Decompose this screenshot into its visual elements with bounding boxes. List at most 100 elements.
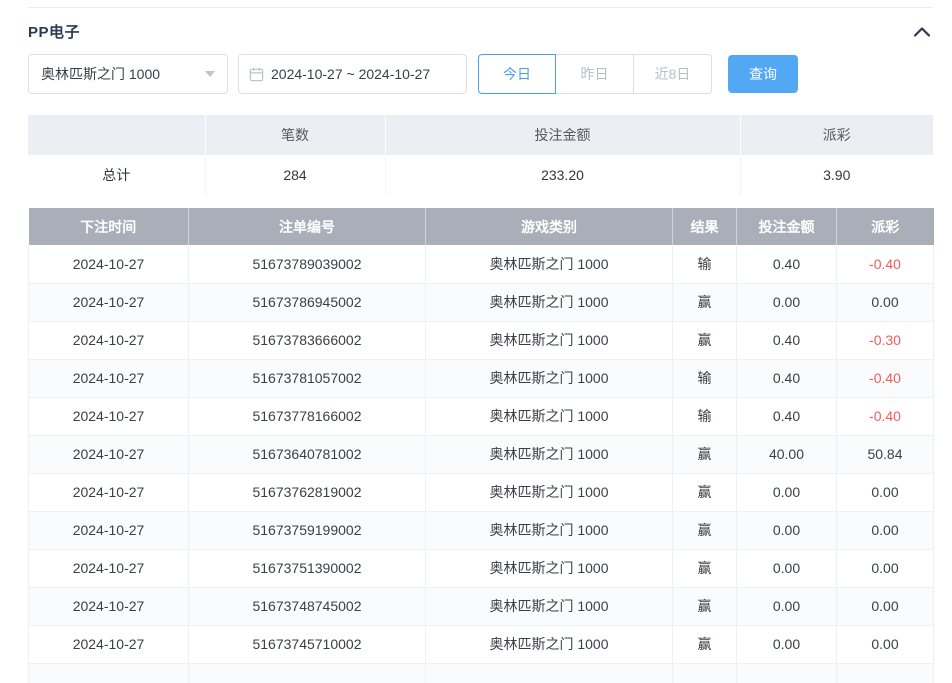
result-cell: 赢 [672, 587, 737, 626]
payout-cell: 0.00 [836, 473, 934, 512]
result-cell: 赢 [672, 511, 737, 550]
bet-amount-cell: 0.40 [736, 397, 837, 436]
summary-table: 笔数 投注金额 派彩 总计 284 233.20 3.90 [28, 115, 933, 195]
game-type-cell: 奥林匹斯之门 1000 [425, 587, 673, 626]
order-id-cell: 51673789039002 [188, 245, 426, 284]
game-type-cell: 奥林匹斯之门 1000 [425, 549, 673, 588]
summary-total-count: 284 [205, 155, 386, 195]
today-button[interactable]: 今日 [478, 54, 556, 94]
bet-amount-cell: 0.00 [736, 473, 837, 512]
payout-cell: 0.00 [836, 549, 934, 588]
game-type-cell [425, 663, 673, 683]
summary-header-payout: 派彩 [740, 115, 933, 155]
bet-amount-cell: 0.40 [736, 321, 837, 360]
game-type-cell: 奥林匹斯之门 1000 [425, 435, 673, 474]
result-cell: 赢 [672, 473, 737, 512]
table-row: 2024-10-27 51673789039002 奥林匹斯之门 1000 输 0.40… [28, 245, 934, 284]
game-type-cell: 奥林匹斯之门 1000 [425, 321, 673, 360]
bet-amount-cell: 40.00 [736, 435, 837, 474]
bet-amount-cell [736, 663, 837, 683]
result-cell: 赢 [672, 435, 737, 474]
payout-cell: 50.84 [836, 435, 934, 474]
payout-cell: 0.00 [836, 511, 934, 550]
result-cell: 赢 [672, 283, 737, 322]
last-8-days-button[interactable]: 近8日 [634, 54, 712, 94]
order-id-cell: 51673751390002 [188, 549, 426, 588]
payout-cell: -0.40 [836, 359, 934, 398]
table-row-partial [28, 663, 934, 683]
header-bet-amount: 投注金额 [736, 208, 837, 245]
bet-time-cell: 2024-10-27 [28, 359, 189, 398]
result-cell: 输 [672, 359, 737, 398]
table-row: 2024-10-27 51673783666002 奥林匹斯之门 1000 赢 0.40… [28, 321, 934, 360]
header-game-type: 游戏类别 [425, 208, 673, 245]
order-id-cell: 51673745710002 [188, 625, 426, 664]
payout-cell: -0.30 [836, 321, 934, 360]
header-result: 结果 [672, 208, 737, 245]
table-row: 2024-10-27 51673778166002 奥林匹斯之门 1000 输 0.40… [28, 397, 934, 436]
payout-cell: 0.00 [836, 625, 934, 664]
header-order-id: 注单编号 [188, 208, 426, 245]
bets-header-row: 下注时间 注单编号 游戏类别 结果 投注金额 派彩 [28, 208, 934, 245]
bet-time-cell: 2024-10-27 [28, 625, 189, 664]
bet-time-cell [28, 663, 189, 683]
yesterday-button[interactable]: 昨日 [556, 54, 634, 94]
game-type-cell: 奥林匹斯之门 1000 [425, 283, 673, 322]
order-id-cell: 51673762819002 [188, 473, 426, 512]
summary-header-count: 笔数 [205, 115, 386, 155]
table-row: 2024-10-27 51673748745002 奥林匹斯之门 1000 赢 0.00… [28, 587, 934, 626]
bet-amount-cell: 0.00 [736, 511, 837, 550]
result-cell [672, 663, 737, 683]
chevron-up-icon [913, 26, 931, 37]
result-cell: 赢 [672, 625, 737, 664]
result-cell: 输 [672, 245, 737, 284]
table-row: 2024-10-27 51673759199002 奥林匹斯之门 1000 赢 0.00… [28, 511, 934, 550]
caret-down-icon [205, 71, 215, 77]
bet-time-cell: 2024-10-27 [28, 283, 189, 322]
summary-header-blank [28, 115, 206, 155]
game-type-cell: 奥林匹斯之门 1000 [425, 625, 673, 664]
order-id-cell: 51673783666002 [188, 321, 426, 360]
game-type-cell: 奥林匹斯之门 1000 [425, 359, 673, 398]
bet-time-cell: 2024-10-27 [28, 549, 189, 588]
result-cell: 输 [672, 397, 737, 436]
game-type-cell: 奥林匹斯之门 1000 [425, 397, 673, 436]
bet-amount-cell: 0.00 [736, 625, 837, 664]
bet-time-cell: 2024-10-27 [28, 587, 189, 626]
bet-time-cell: 2024-10-27 [28, 511, 189, 550]
bet-time-cell: 2024-10-27 [28, 321, 189, 360]
page-title: PP电子 [28, 24, 81, 41]
bet-amount-cell: 0.40 [736, 245, 837, 284]
collapse-button[interactable] [911, 24, 933, 40]
quick-filter-group: 今日 昨日 近8日 [478, 54, 712, 94]
date-range-input[interactable]: 2024-10-27 ~ 2024-10-27 [238, 54, 467, 94]
bet-amount-cell: 0.40 [736, 359, 837, 398]
summary-total-payout: 3.90 [823, 167, 851, 183]
order-id-cell: 51673786945002 [188, 283, 426, 322]
query-button[interactable]: 查询 [728, 55, 798, 93]
bet-amount-cell: 0.00 [736, 587, 837, 626]
order-id-cell: 51673781057002 [188, 359, 426, 398]
payout-cell: -0.40 [836, 397, 934, 436]
result-cell: 赢 [672, 549, 737, 588]
order-id-cell: 51673759199002 [188, 511, 426, 550]
game-type-cell: 奥林匹斯之门 1000 [425, 245, 673, 284]
bet-time-cell: 2024-10-27 [28, 473, 189, 512]
order-id-cell [188, 663, 426, 683]
game-select-value: 奥林匹斯之门 1000 [41, 66, 161, 82]
table-row: 2024-10-27 51673786945002 奥林匹斯之门 1000 赢 0.00… [28, 283, 934, 322]
order-id-cell: 51673778166002 [188, 397, 426, 436]
calendar-icon [249, 67, 264, 81]
order-id-cell: 51673748745002 [188, 587, 426, 626]
game-select[interactable]: 奥林匹斯之门 1000 [28, 54, 228, 94]
table-row: 2024-10-27 51673640781002 奥林匹斯之门 1000 赢 40.0… [28, 435, 934, 474]
bets-table-body: 2024-10-27 51673789039002 奥林匹斯之门 1000 输 0.40… [28, 245, 934, 683]
header-payout: 派彩 [836, 208, 934, 245]
summary-header-row: 笔数 投注金额 派彩 [28, 115, 933, 155]
date-range-value: 2024-10-27 ~ 2024-10-27 [271, 66, 431, 82]
bets-table: 下注时间 注单编号 游戏类别 结果 投注金额 派彩 2024-10-27 5167… [28, 208, 934, 683]
summary-total-label: 总计 [28, 155, 206, 195]
order-id-cell: 51673640781002 [188, 435, 426, 474]
table-row: 2024-10-27 51673751390002 奥林匹斯之门 1000 赢 0.00… [28, 549, 934, 588]
panel-header: PP电子 [28, 7, 933, 54]
